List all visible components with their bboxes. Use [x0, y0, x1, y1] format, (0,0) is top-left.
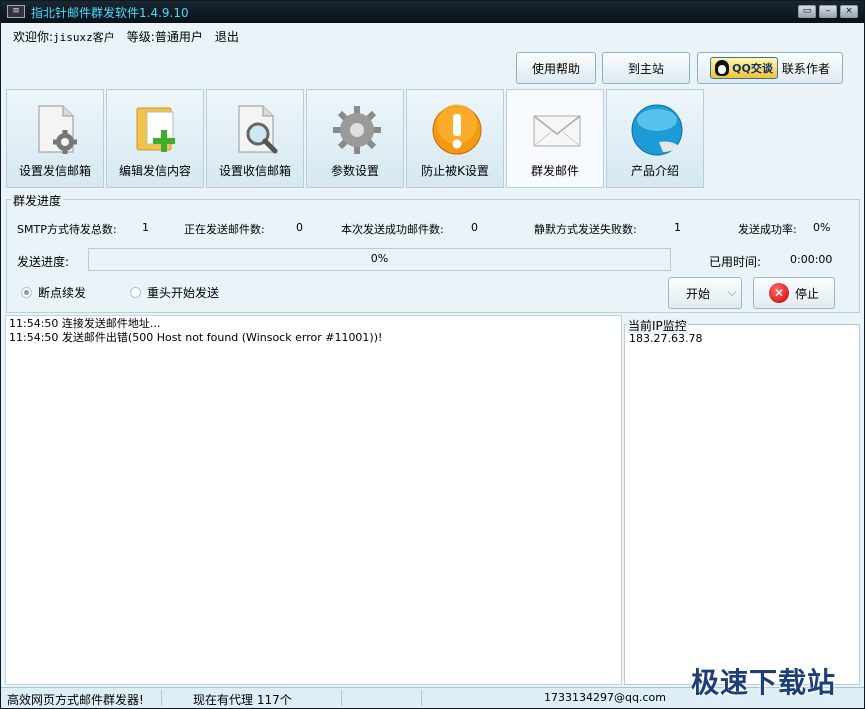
start-button[interactable]: 开始	[668, 277, 742, 309]
smtp-pending-value: 1	[142, 221, 149, 234]
radio-unselected-icon	[130, 287, 141, 298]
folder-add-icon	[136, 107, 175, 152]
tab-bulk-send[interactable]: 群发邮件	[506, 89, 604, 188]
gear-icon	[333, 106, 381, 154]
ip-monitor-title: 当前IP监控	[627, 317, 688, 334]
minimize-button[interactable]: –	[819, 5, 837, 18]
status-slogan: 高效网页方式邮件群发器!	[7, 693, 144, 707]
watermark-logo: 极速下载站	[691, 666, 837, 699]
tab-sender-mailbox[interactable]: 设置发信邮箱	[6, 89, 104, 188]
title-bar: ≡ 指北针邮件群发软件1.4.9.10 ▭ – ×	[1, 1, 864, 23]
level-label: 等级:	[126, 30, 155, 44]
welcome-bar: 欢迎你:jisuxz客户 等级:普通用户 退出	[13, 28, 239, 45]
send-progress-label: 发送进度:	[17, 255, 70, 269]
tab-product-intro[interactable]: 产品介绍	[606, 89, 704, 188]
restore-button[interactable]: ▭	[798, 5, 816, 18]
success-rate-value: 0%	[813, 221, 831, 234]
success-count-label: 本次发送成功邮件数:	[341, 223, 444, 236]
progress-group-title: 群发进度	[11, 192, 64, 209]
main-window: ≡ 指北针邮件群发软件1.4.9.10 ▭ – × 欢迎你:jisuxz客户 等…	[0, 0, 865, 709]
help-button[interactable]: 使用帮助	[516, 52, 596, 84]
send-progress-bar: 0%	[88, 248, 671, 271]
new-badge-icon	[631, 104, 683, 156]
stop-icon: ✕	[768, 283, 789, 303]
success-rate-label: 发送成功率:	[738, 223, 797, 236]
system-menu-icon[interactable]: ≡	[7, 5, 25, 18]
document-gear-icon	[38, 105, 77, 154]
radio-selected-icon	[21, 287, 32, 298]
logout-link[interactable]: 退出	[215, 28, 239, 45]
send-log[interactable]: 11:54:50 连接发送邮件地址... 11:54:50 发送邮件出错(500…	[5, 315, 622, 685]
username: jisuxz客户	[53, 31, 115, 44]
restart-send-radio[interactable]: 重头开始发送	[130, 284, 219, 301]
home-button[interactable]: 到主站	[602, 52, 690, 84]
qq-penguin-icon	[715, 60, 730, 76]
log-line: 11:54:50 发送邮件出错(500 Host not found (Wins…	[9, 331, 383, 344]
ip-monitor-panel[interactable]: 183.27.63.78	[624, 324, 860, 685]
silent-fail-label: 静默方式发送失败数:	[534, 223, 637, 236]
contact-label: 联系作者	[781, 61, 830, 76]
smtp-pending-label: SMTP方式待发总数:	[17, 223, 117, 236]
status-proxy-count: 现在有代理 117个	[193, 693, 292, 707]
contact-author-button[interactable]: QQ交谈 联系作者	[697, 52, 843, 84]
elapsed-time-value: 0:00:00	[790, 253, 833, 266]
sending-count-label: 正在发送邮件数:	[184, 223, 265, 236]
progress-percent: 0%	[370, 252, 389, 265]
tab-edit-content[interactable]: 编辑发信内容	[106, 89, 204, 188]
sending-count-value: 0	[296, 221, 303, 234]
envelope-icon	[533, 115, 581, 147]
success-count-value: 0	[471, 221, 478, 234]
tab-parameter-settings[interactable]: 参数设置	[306, 89, 404, 188]
status-email: 1733134297@qq.com	[544, 691, 666, 704]
qq-chat-badge: QQ交谈	[710, 57, 778, 79]
elapsed-time-label: 已用时间:	[709, 255, 762, 269]
log-line: 11:54:50 连接发送邮件地址...	[9, 317, 161, 330]
welcome-label: 欢迎你:	[13, 30, 54, 44]
window-title: 指北针邮件群发软件1.4.9.10	[31, 6, 189, 20]
close-button[interactable]: ×	[840, 5, 858, 18]
resume-send-radio[interactable]: 断点续发	[21, 284, 86, 301]
warning-icon	[432, 104, 482, 155]
silent-fail-value: 1	[674, 221, 681, 234]
user-level: 普通用户	[154, 30, 203, 44]
chevron-down-icon	[727, 287, 737, 297]
tab-anti-block-settings[interactable]: 防止被K设置	[406, 89, 504, 188]
stop-button[interactable]: ✕ 停止	[753, 277, 835, 309]
document-search-icon	[238, 105, 278, 154]
tab-recipient-mailbox[interactable]: 设置收信邮箱	[206, 89, 304, 188]
